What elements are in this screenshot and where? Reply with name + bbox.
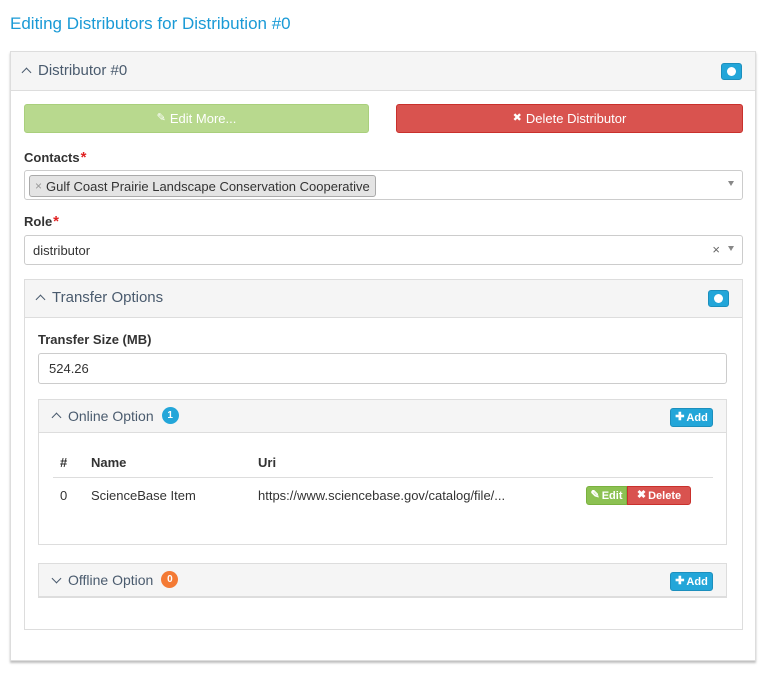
add-offline-option-button[interactable]: ✚ Add [670, 572, 713, 591]
transfer-options-header[interactable]: Transfer Options [25, 280, 742, 318]
online-option-header[interactable]: Online Option 1 ✚ Add [39, 400, 726, 433]
pencil-icon: ✎ [590, 489, 600, 501]
offline-option-title: Offline Option [68, 571, 154, 588]
chevron-down-icon[interactable] [728, 246, 734, 251]
clear-icon[interactable]: × [712, 242, 720, 257]
add-online-option-button[interactable]: ✚ Add [670, 408, 713, 427]
remove-tag-icon[interactable]: × [35, 179, 42, 193]
contacts-select[interactable]: × Gulf Coast Prairie Landscape Conservat… [24, 170, 743, 200]
column-header-uri: Uri [258, 455, 277, 470]
role-label: Role* [24, 213, 60, 230]
online-count-badge: 1 [161, 407, 179, 424]
online-option-title: Online Option [68, 407, 154, 424]
online-option-panel: Online Option 1 ✚ Add # Name Uri 0 Scien… [38, 399, 727, 545]
contact-tag: × Gulf Coast Prairie Landscape Conservat… [29, 175, 376, 197]
panel-toggle-button[interactable] [708, 290, 729, 307]
transfer-size-input[interactable]: 524.26 [38, 353, 727, 384]
chevron-down-icon[interactable] [728, 181, 734, 186]
delete-row-button[interactable]: ✖ Delete [627, 486, 691, 505]
transfer-options-title: Transfer Options [52, 289, 164, 306]
distributor-panel: Distributor #0 ✎ Edit More... ✖ Delete D… [10, 51, 756, 661]
distributor-title: Distributor #0 [38, 62, 128, 79]
delete-distributor-button[interactable]: ✖ Delete Distributor [396, 104, 743, 133]
distributor-panel-header[interactable]: Distributor #0 [11, 52, 755, 91]
close-icon: ✖ [512, 112, 522, 124]
offline-option-panel: Offline Option 0 ✚ Add [38, 563, 727, 598]
row-name: ScienceBase Item [91, 488, 196, 503]
chevron-down-icon[interactable] [51, 573, 62, 583]
edit-row-button[interactable]: ✎ Edit [586, 486, 627, 505]
table-divider [53, 477, 713, 478]
transfer-options-panel: Transfer Options Transfer Size (MB) 524.… [24, 279, 743, 630]
pencil-icon: ✎ [156, 112, 166, 124]
chevron-up-icon[interactable] [21, 67, 32, 78]
chevron-up-icon[interactable] [35, 294, 46, 305]
edit-more-button[interactable]: ✎ Edit More... [24, 104, 369, 133]
role-select[interactable]: distributor × [24, 235, 743, 265]
page-title: Editing Distributors for Distribution #0 [10, 14, 291, 33]
panel-toggle-button[interactable] [721, 63, 742, 80]
transfer-size-label: Transfer Size (MB) [38, 332, 152, 347]
close-icon: ✖ [636, 489, 647, 501]
column-header-name: Name [91, 455, 127, 470]
row-index: 0 [60, 488, 68, 503]
offline-option-header[interactable]: Offline Option 0 ✚ Add [39, 564, 726, 597]
contacts-label: Contacts* [24, 149, 87, 166]
plus-icon: ✚ [675, 411, 685, 423]
role-value: distributor [33, 243, 91, 258]
offline-count-badge: 0 [161, 571, 179, 588]
row-uri: https://www.sciencebase.gov/catalog/file… [258, 488, 506, 503]
plus-icon: ✚ [675, 575, 685, 587]
column-header-index: # [60, 455, 68, 470]
chevron-up-icon[interactable] [51, 412, 62, 423]
